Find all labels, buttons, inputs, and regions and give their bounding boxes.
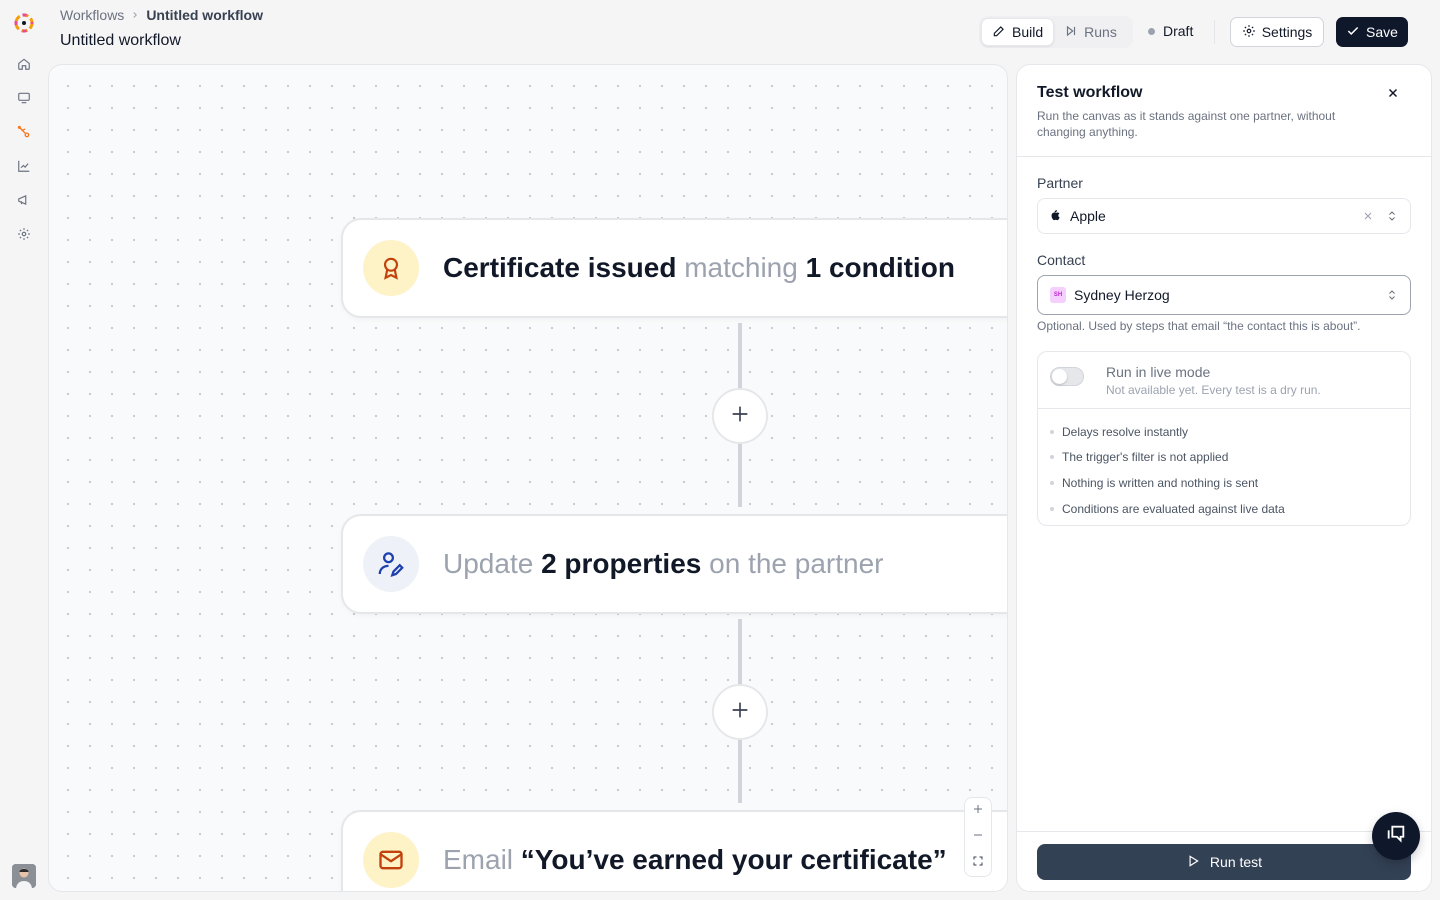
mail-icon xyxy=(363,832,419,888)
build-tab[interactable]: Build xyxy=(981,18,1055,46)
panel-divider xyxy=(1017,156,1431,157)
status-badge: Draft xyxy=(1148,23,1193,39)
panel-description: Run the canvas as it stands against one … xyxy=(1037,109,1336,139)
header-divider xyxy=(1214,20,1215,44)
contact-select[interactable]: SH Sydney Herzog xyxy=(1037,275,1411,315)
partner-select[interactable]: Apple xyxy=(1037,198,1411,234)
save-button[interactable]: Save xyxy=(1336,17,1408,47)
app-logo-icon[interactable] xyxy=(12,11,36,35)
dry-run-notes: Delays resolve instantly The trigger's f… xyxy=(1050,419,1285,521)
close-icon xyxy=(1386,86,1400,105)
list-item: Nothing is written and nothing is sent xyxy=(1050,470,1285,496)
apple-icon xyxy=(1050,208,1060,224)
zoom-in-button[interactable] xyxy=(965,798,991,824)
monitor-icon[interactable] xyxy=(14,88,34,108)
plus-icon xyxy=(729,403,751,430)
live-mode-card: Run in live mode Not available yet. Ever… xyxy=(1037,351,1411,526)
fit-view-icon xyxy=(972,854,984,872)
user-avatar[interactable] xyxy=(12,864,36,888)
status-label: Draft xyxy=(1163,23,1194,39)
zoom-in-icon xyxy=(972,802,984,820)
page-title[interactable]: Untitled workflow xyxy=(60,32,181,50)
chevron-right-icon xyxy=(130,7,140,23)
clear-partner-icon[interactable] xyxy=(1362,210,1374,222)
runs-tab[interactable]: Runs xyxy=(1054,18,1127,46)
step-forward-icon xyxy=(1064,24,1078,41)
settings-button[interactable]: Settings xyxy=(1230,17,1324,47)
toggle-knob xyxy=(1052,369,1067,384)
email-node-text: Email “You’ve earned your certificate” xyxy=(443,844,947,875)
workflow-canvas[interactable]: Certificate issued matching 1 condition … xyxy=(48,64,1008,892)
save-label: Save xyxy=(1366,24,1398,40)
panel-footer-divider xyxy=(1017,831,1431,832)
award-icon xyxy=(363,240,419,296)
plus-icon xyxy=(729,699,751,726)
check-icon xyxy=(1346,24,1360,41)
fit-view-button[interactable] xyxy=(965,850,991,876)
pencil-icon xyxy=(992,24,1006,41)
email-node[interactable]: Email “You’ve earned your certificate” xyxy=(341,810,1007,891)
workflow-icon[interactable] xyxy=(14,122,34,142)
chat-icon xyxy=(1385,823,1407,850)
contact-label: Contact xyxy=(1037,252,1086,268)
chat-button[interactable] xyxy=(1372,812,1420,860)
play-icon xyxy=(1186,854,1200,871)
zoom-out-icon xyxy=(972,828,984,846)
live-mode-subtitle: Not available yet. Every test is a dry r… xyxy=(1106,383,1321,397)
contact-value: Sydney Herzog xyxy=(1074,287,1170,303)
mode-toggle: Build Runs xyxy=(979,16,1133,48)
partner-value: Apple xyxy=(1070,208,1106,224)
add-step-button[interactable] xyxy=(712,684,768,740)
run-test-button[interactable]: Run test xyxy=(1037,844,1411,880)
live-mode-title: Run in live mode xyxy=(1106,364,1211,380)
panel-title: Test workflow xyxy=(1037,84,1143,101)
chevrons-up-down-icon xyxy=(1386,288,1398,302)
list-item: Delays resolve instantly xyxy=(1050,419,1285,445)
live-card-divider xyxy=(1038,408,1410,409)
settings-label: Settings xyxy=(1261,24,1313,40)
update-node[interactable]: Update 2 properties on the partner xyxy=(341,514,1007,614)
test-workflow-panel: Test workflow Run the canvas as it stand… xyxy=(1016,64,1432,892)
live-mode-toggle[interactable] xyxy=(1050,367,1084,386)
trigger-node[interactable]: Certificate issued matching 1 condition xyxy=(341,218,1007,318)
close-button[interactable] xyxy=(1383,85,1403,105)
update-node-text: Update 2 properties on the partner xyxy=(443,548,884,579)
user-edit-icon xyxy=(363,536,419,592)
runs-tab-label: Runs xyxy=(1084,24,1117,40)
home-icon[interactable] xyxy=(14,54,34,74)
chart-icon[interactable] xyxy=(14,156,34,176)
partner-label: Partner xyxy=(1037,175,1083,191)
breadcrumb: Workflows Untitled workflow xyxy=(60,7,263,23)
contact-avatar: SH xyxy=(1050,287,1066,303)
add-step-button[interactable] xyxy=(712,388,768,444)
list-item: Conditions are evaluated against live da… xyxy=(1050,496,1285,522)
breadcrumb-workflows[interactable]: Workflows xyxy=(60,7,124,23)
breadcrumb-current: Untitled workflow xyxy=(146,7,263,23)
left-rail xyxy=(0,0,48,900)
run-test-label: Run test xyxy=(1209,854,1263,870)
status-dot xyxy=(1148,27,1155,35)
zoom-controls xyxy=(964,797,992,877)
trigger-node-text: Certificate issued matching 1 condition xyxy=(443,252,955,283)
contact-helper-text: Optional. Used by steps that email “the … xyxy=(1037,319,1361,333)
chevrons-up-down-icon xyxy=(1386,209,1398,223)
megaphone-icon[interactable] xyxy=(14,190,34,210)
settings-gear-icon xyxy=(1242,24,1256,41)
list-item: The trigger's filter is not applied xyxy=(1050,445,1285,471)
build-tab-label: Build xyxy=(1012,24,1044,40)
gear-icon[interactable] xyxy=(14,224,34,244)
zoom-out-button[interactable] xyxy=(965,824,991,850)
